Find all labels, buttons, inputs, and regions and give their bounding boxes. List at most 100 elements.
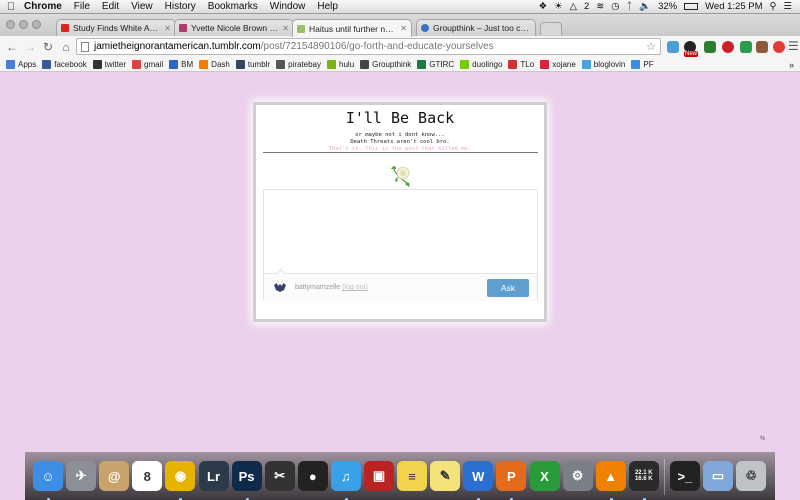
bookmark-label: gmail [144, 60, 164, 69]
menu-view[interactable]: View [125, 1, 159, 12]
new-tab-button[interactable] [540, 22, 562, 35]
dock-excel-icon[interactable]: X [529, 461, 560, 491]
volume-icon[interactable]: 🔈 [639, 1, 651, 12]
tab-2[interactable]: Yvette Nicole Brown Pens ✕ [174, 19, 294, 36]
spotlight-icon[interactable]: ⚲ [770, 1, 777, 12]
dock-vlc-icon[interactable]: ▲ [595, 461, 626, 491]
bookmark-bm[interactable]: BM [169, 60, 193, 69]
bookmark-duolingo[interactable]: duolingo [460, 60, 502, 69]
bookmark-tlo[interactable]: TLo [508, 60, 534, 69]
bookmark-apps[interactable]: Apps [6, 60, 36, 69]
battery-percent[interactable]: 32% [658, 1, 677, 12]
adobe-icon[interactable]: △ [570, 1, 577, 12]
notification-center-icon[interactable]: ☰ [783, 1, 792, 12]
bookmarks-bar: Apps facebook twitter gmail BM Dash tumblr pira… [0, 58, 800, 72]
dock-folder-icon[interactable]: ▭ [703, 461, 733, 491]
bluetooth-icon[interactable]: ᛏ [627, 1, 633, 12]
dropbox-icon[interactable]: ❖ [539, 1, 548, 12]
ask-button[interactable]: Ask [487, 279, 529, 297]
dock-chrome-icon[interactable]: ◉ [165, 461, 196, 491]
bookmark-hulu[interactable]: hulu [327, 60, 354, 69]
divider [263, 152, 538, 153]
description-line-1: or maybe not i dont know... [355, 132, 445, 138]
dock-terminal-icon[interactable]: >_ [669, 461, 700, 491]
menu-file[interactable]: File [68, 1, 96, 12]
zoom-window-button[interactable] [32, 20, 41, 29]
dock-system-preferences-icon[interactable]: ⚙ [562, 461, 593, 491]
extension-drop-icon[interactable] [667, 41, 679, 53]
ask-footer: battymamzelle (log out) Ask [264, 268, 537, 301]
menu-history[interactable]: History [159, 1, 202, 12]
dock-launchpad-icon[interactable]: ✈ [66, 461, 97, 491]
blog-card: I'll Be Back or maybe not i dont know...… [253, 102, 547, 322]
notification-icon[interactable]: ☀ [554, 1, 563, 12]
dock-photoshop-icon[interactable]: Ps [231, 461, 262, 491]
tab-4[interactable]: Groupthink – Just too cand [416, 19, 536, 36]
address-bar[interactable]: jamietheignorantamerican.tumblr.com/post… [76, 38, 661, 55]
dock-final-cut-icon[interactable]: ✂ [264, 461, 295, 491]
tab-close-icon[interactable]: ✕ [400, 24, 407, 33]
opera-icon[interactable] [773, 41, 785, 53]
bookmark-star-icon[interactable]: ☆ [646, 40, 656, 53]
extension-tool-icon[interactable] [704, 41, 716, 53]
tab-3-active[interactable]: Haitus until further notice ✕ [292, 19, 412, 37]
dock-utorrent-icon[interactable]: 22.1 K 16.6 K [628, 461, 659, 491]
bookmark-twitter[interactable]: twitter [92, 60, 126, 69]
minimize-window-button[interactable] [19, 20, 28, 29]
dock-powerpoint-icon[interactable]: P [496, 461, 527, 491]
pinterest-icon[interactable] [722, 41, 734, 53]
bookmark-bloglovin[interactable]: bloglovin [581, 60, 625, 69]
clock[interactable]: Wed 1:25 PM [705, 1, 762, 12]
tab-favicon [61, 24, 69, 32]
instagram-icon[interactable] [756, 41, 768, 53]
dock-contacts-icon[interactable]: @ [99, 461, 130, 491]
bookmark-tumblr[interactable]: tumblr [235, 60, 270, 69]
tab-close-icon[interactable]: ✕ [164, 24, 171, 33]
menu-window[interactable]: Window [264, 1, 312, 12]
chrome-menu-icon[interactable]: ☰ [788, 39, 799, 53]
tab-title: Haitus until further notice [309, 23, 398, 34]
dock-lightroom-icon[interactable]: Lr [198, 461, 229, 491]
reload-icon[interactable]: ↻ [39, 40, 57, 54]
extension-leaf-icon[interactable] [740, 41, 752, 53]
close-window-button[interactable] [6, 20, 15, 29]
net-download-readout: 16.6 K [634, 476, 653, 482]
dock-camera-icon[interactable]: ● [297, 461, 328, 491]
back-arrow-icon[interactable]: ← [3, 40, 21, 54]
bookmark-gmail[interactable]: gmail [132, 60, 163, 69]
bookmark-groupthink[interactable]: Groupthink [360, 60, 411, 69]
home-icon[interactable]: ⌂ [57, 40, 75, 54]
bookmark-piratebay[interactable]: piratebay [276, 60, 321, 69]
logout-link[interactable]: (log out) [342, 284, 368, 291]
rose-image [391, 166, 410, 187]
bookmarks-overflow-icon[interactable]: » [789, 60, 794, 70]
dock-notes-icon[interactable]: ✎ [430, 461, 461, 491]
dock-trash-icon[interactable]: ♲ [736, 461, 767, 491]
dock-word-icon[interactable]: W [463, 461, 494, 491]
menu-bar:  Chrome File Edit View History Bookmark… [0, 0, 800, 14]
apple-menu-icon[interactable]:  [0, 1, 22, 13]
battery-icon[interactable] [684, 3, 699, 10]
bookmark-gtirc[interactable]: GTIRC [417, 60, 454, 69]
bookmark-favicon-icon [6, 60, 15, 69]
tab-1[interactable]: Study Finds White America ✕ [56, 19, 176, 36]
dock-finder-icon[interactable]: ☺ [33, 461, 63, 491]
dock-stickies-icon[interactable]: ≡ [397, 461, 428, 491]
bookmark-favicon-icon [540, 60, 550, 69]
bookmark-dash[interactable]: Dash [199, 60, 230, 69]
tab-close-icon[interactable]: ✕ [282, 24, 289, 33]
bookmark-pf[interactable]: PF [631, 60, 654, 69]
menu-app-name[interactable]: Chrome [22, 1, 68, 12]
dock-itunes-icon[interactable]: ♫ [330, 461, 361, 491]
ask-textarea[interactable] [264, 190, 537, 273]
menu-help[interactable]: Help [311, 1, 344, 12]
menu-edit[interactable]: Edit [96, 1, 125, 12]
menu-bookmarks[interactable]: Bookmarks [202, 1, 264, 12]
dock-photo-booth-icon[interactable]: ▣ [364, 461, 394, 491]
dock-calendar-icon[interactable]: 8 [132, 461, 163, 491]
bookmark-xojane[interactable]: xojane [540, 60, 576, 69]
timemachine-icon[interactable]: ◷ [611, 1, 619, 12]
bookmark-facebook[interactable]: facebook [42, 60, 87, 69]
wifi-icon[interactable]: ≋ [596, 1, 604, 12]
forward-arrow-icon[interactable]: → [21, 40, 39, 54]
